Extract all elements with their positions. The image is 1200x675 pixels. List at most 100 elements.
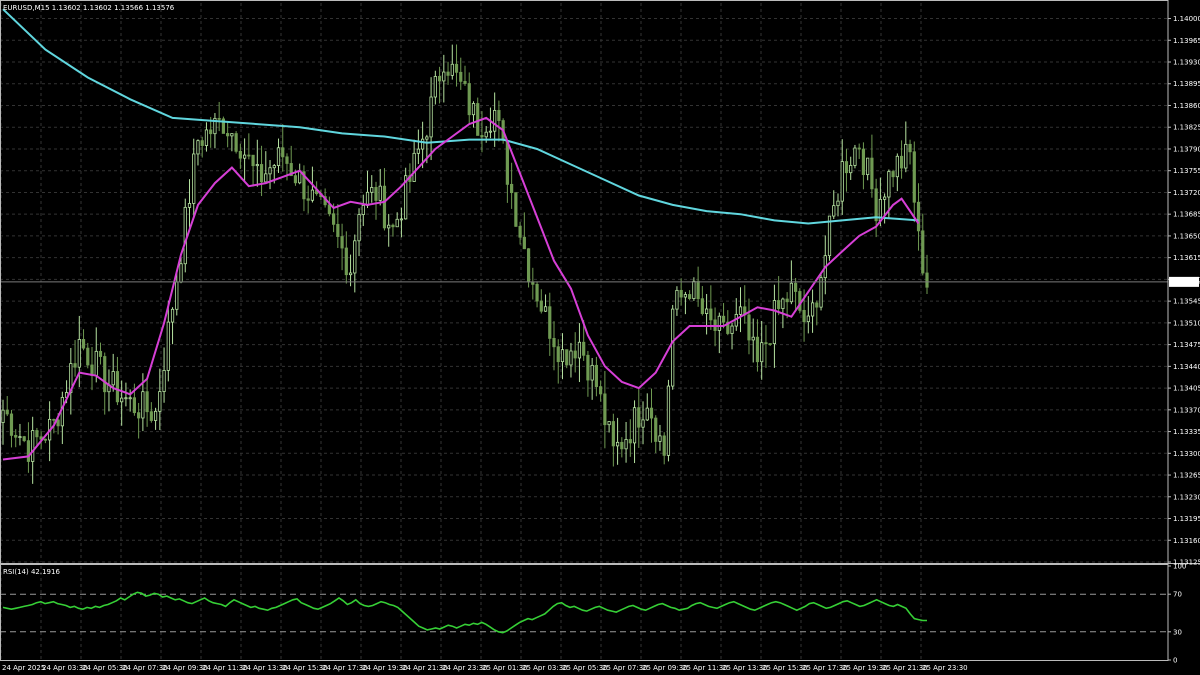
candle-body: [31, 430, 35, 462]
candle-body: [14, 434, 18, 438]
candle-body: [632, 407, 637, 444]
time-tick-label: 25 Apr 03:30: [522, 664, 568, 672]
candle-body: [153, 410, 158, 421]
candle-body: [166, 321, 170, 371]
candle-body: [518, 225, 522, 238]
candle-body: [628, 439, 632, 444]
price-tick-label: 1.14000: [1173, 15, 1200, 23]
candle-body: [832, 205, 836, 217]
candle-body: [5, 409, 9, 415]
time-tick-label: 24 Apr 2025: [2, 664, 45, 672]
candle-body: [883, 196, 887, 200]
time-tick-label: 24 Apr 07:30: [122, 664, 168, 672]
candle-body: [522, 236, 526, 250]
candle-body: [192, 153, 196, 204]
candle-body: [802, 309, 806, 323]
time-tick-label: 24 Apr 05:30: [82, 664, 128, 672]
candle-body: [395, 218, 399, 228]
time-tick-label: 25 Apr 13:30: [722, 664, 768, 672]
candle-body: [86, 347, 90, 366]
candle-body: [378, 185, 382, 201]
price-tick-label: 1.13370: [1173, 406, 1200, 414]
candle-body: [81, 339, 86, 349]
candle-body: [497, 110, 501, 121]
rsi-line: [2, 591, 927, 634]
time-tick-label: 24 Apr 03:30: [42, 664, 88, 672]
candle-body: [264, 173, 268, 183]
ma-slow-line: [2, 8, 919, 225]
price-tick-label: 1.13405: [1173, 385, 1200, 393]
candle-body: [696, 280, 700, 300]
candle-body: [370, 187, 374, 193]
time-tick-label: 25 Apr 11:30: [682, 664, 728, 672]
candle-body: [374, 187, 378, 201]
candle-body: [310, 189, 315, 201]
candle-body: [412, 152, 416, 182]
candle-body: [891, 171, 895, 178]
candle-body: [124, 397, 128, 400]
candle-body: [624, 439, 628, 450]
candle-body: [582, 341, 586, 356]
candle-body: [870, 157, 874, 190]
chart-canvas: 1.14000 1.13965 1.13930 1.13895 1.13860 1.138…: [0, 0, 1200, 675]
candle-body: [849, 165, 853, 174]
candle-body: [336, 223, 340, 237]
candle-body: [539, 300, 543, 312]
candle-body: [416, 148, 420, 154]
candle-body: [115, 371, 120, 403]
candle-body: [94, 350, 98, 376]
candle-body: [815, 302, 819, 308]
candle-body: [1, 409, 5, 423]
candle-body: [785, 298, 789, 303]
candle-body: [641, 419, 645, 428]
price-axis: 1.14000 1.13965 1.13930 1.13895 1.13860 1.138…: [1168, 15, 1200, 567]
candle-body: [35, 430, 39, 438]
current-price-label: 1.13576: [1171, 278, 1200, 286]
price-tick-label: 1.13860: [1173, 102, 1200, 110]
time-tick-label: 24 Apr 23:30: [442, 664, 488, 672]
candle-body: [688, 294, 692, 299]
rsi-tick-label: 70: [1173, 591, 1182, 599]
candle-body: [209, 129, 213, 135]
candle-body: [493, 110, 497, 132]
candle-body: [573, 350, 577, 359]
candle-body: [463, 80, 467, 84]
candle-body: [861, 148, 866, 176]
ma-fast-line: [2, 116, 920, 461]
candle-body: [251, 154, 255, 167]
price-tick-label: 1.13720: [1173, 189, 1200, 197]
candle-body: [569, 350, 573, 366]
candle-body: [293, 175, 298, 184]
candle-body: [454, 63, 459, 73]
time-tick-label: 25 Apr 15:30: [762, 664, 808, 672]
time-tick-label: 25 Apr 07:30: [602, 664, 648, 672]
candle-body: [556, 346, 560, 363]
candle-body: [73, 363, 77, 368]
candle-body: [200, 140, 204, 146]
time-tick-label: 24 Apr 17:30: [322, 664, 368, 672]
candle-body: [806, 315, 810, 323]
candle-body: [361, 204, 365, 215]
candle-body: [709, 308, 713, 321]
candle-body: [141, 391, 145, 419]
candle-body: [925, 272, 929, 288]
candle-body: [268, 167, 272, 175]
candle-body: [895, 155, 899, 178]
candle-body: [276, 147, 281, 166]
rsi-panel-frame: [0, 564, 1169, 661]
price-tick-label: 1.13195: [1173, 515, 1200, 523]
candle-body: [887, 171, 891, 198]
candle-body: [387, 224, 391, 229]
chart-header: EURUSD,M15 1.13602 1.13602 1.13566 1.135…: [3, 4, 175, 12]
candle-body: [450, 63, 454, 76]
candle-body: [586, 354, 590, 381]
candle-body: [577, 341, 582, 359]
candle-body: [467, 83, 471, 116]
candle-body: [281, 147, 285, 158]
candle-body: [590, 364, 594, 381]
current-price-tag: 1.13576: [1169, 276, 1200, 287]
candle-body: [484, 131, 488, 138]
price-tick-label: 1.13265: [1173, 472, 1200, 480]
candle-body: [514, 192, 518, 227]
candle-body: [730, 325, 734, 334]
